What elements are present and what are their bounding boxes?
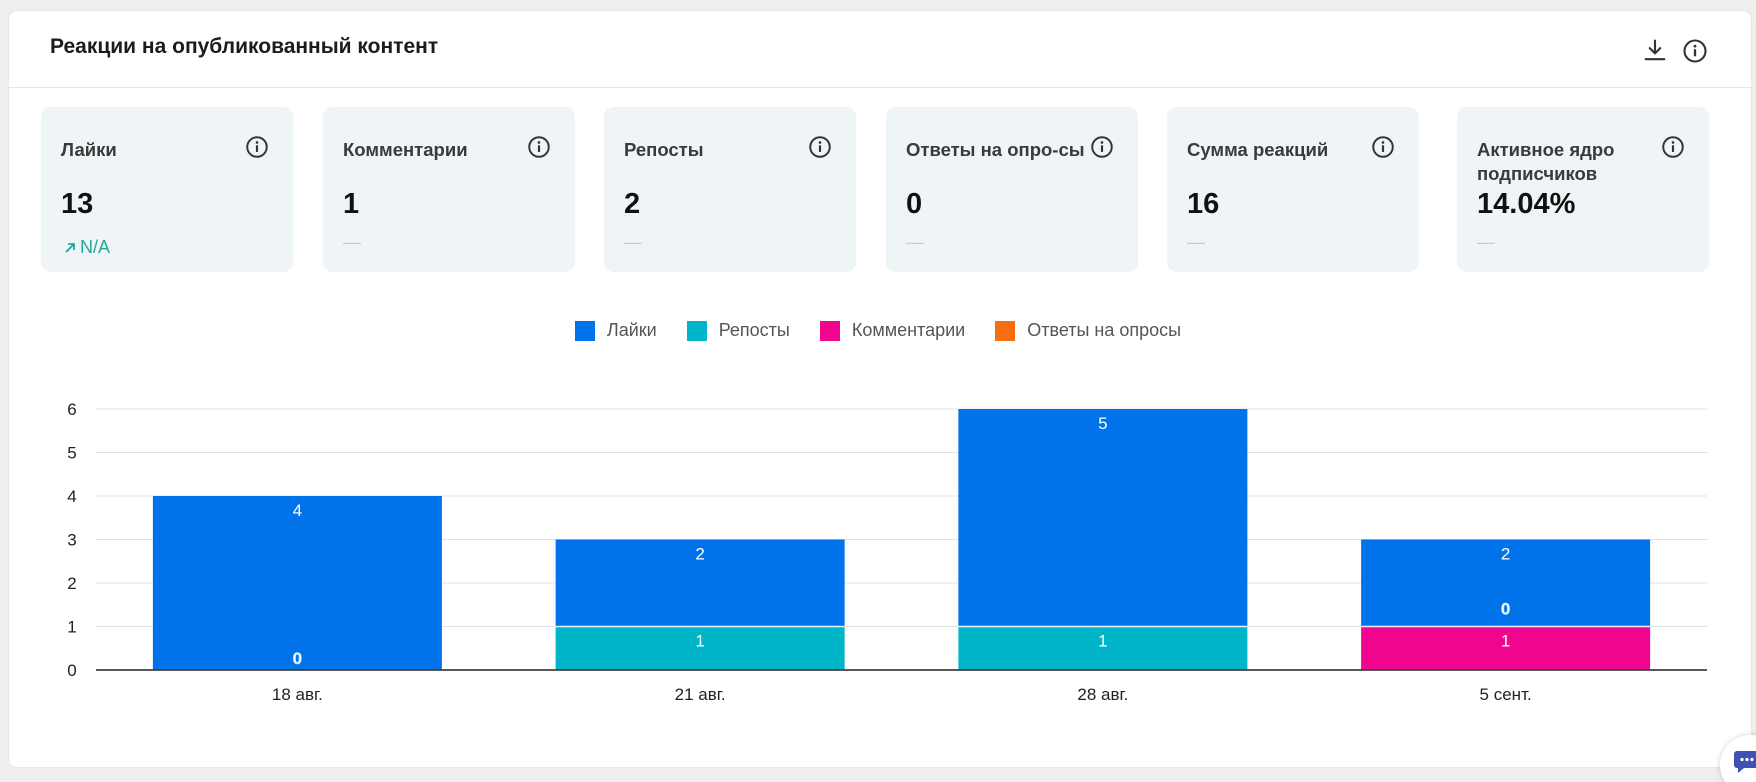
metrics-row: Лайки 13 N/A Комментарии 1 — Репосты 2 —… [41,107,1709,272]
legend-label: Ответы на опросы [1027,320,1182,340]
metric-card-active-core: Активное ядро подписчиков 14.04% — [1457,107,1709,272]
metric-value: 2 [624,188,641,220]
legend-label: Комментарии [851,320,966,340]
info-icon[interactable] [526,134,552,160]
metric-value: 1 [343,188,360,220]
metric-label: Репосты [624,139,704,160]
info-icon[interactable] [244,134,270,160]
metric-label: Лайки [61,139,117,160]
metric-trend: — [624,232,642,252]
chart-legend: Лайки Репосты Комментарии Ответы на опро… [0,320,1756,341]
metric-card-likes: Лайки 13 N/A [41,107,293,272]
legend-item-reposts[interactable]: Репосты [686,320,790,341]
download-icon[interactable] [1641,37,1669,65]
legend-label: Репосты [718,320,790,340]
metric-label: Активное ядро подписчиков [1477,139,1615,184]
info-icon[interactable] [1660,134,1686,160]
metric-card-reposts: Репосты 2 — [604,107,856,272]
metric-trend-text: N/A [80,237,111,257]
metric-value: 16 [1187,188,1220,220]
metric-label: Комментарии [343,139,468,160]
legend-item-comments[interactable]: Комментарии [819,320,966,341]
metric-value: 13 [61,188,94,220]
metric-trend: — [1187,232,1205,252]
info-icon[interactable] [1370,134,1396,160]
metric-trend: — [343,232,361,252]
metric-trend: — [906,232,924,252]
legend-swatch [686,320,707,341]
legend-swatch [995,320,1016,341]
legend-label: Лайки [606,320,657,340]
info-icon[interactable] [807,134,833,160]
metric-card-poll-answers: Ответы на опро-сы 0 — [886,107,1138,272]
card-title: Реакции на опубликованный контент [50,35,439,58]
metric-card-comments: Комментарии 1 — [323,107,575,272]
info-icon[interactable] [1089,134,1115,160]
legend-swatch [819,320,840,341]
metric-trend: N/A [63,237,110,258]
info-icon[interactable] [1681,37,1709,65]
legend-item-poll-answers[interactable]: Ответы на опросы [995,320,1181,341]
metric-label: Сумма реакций [1187,139,1329,160]
chat-icon [1734,751,1756,773]
metric-trend: — [1477,232,1495,252]
legend-item-likes[interactable]: Лайки [574,320,657,341]
metric-card-total-reactions: Сумма реакций 16 — [1167,107,1419,272]
metric-value: 0 [906,188,923,220]
legend-swatch [574,320,595,341]
metric-value: 14.04% [1477,188,1576,220]
metric-label: Ответы на опро-сы [906,139,1085,160]
arrow-up-right-icon [63,241,77,255]
card-header: Реакции на опубликованный контент [9,11,1751,88]
